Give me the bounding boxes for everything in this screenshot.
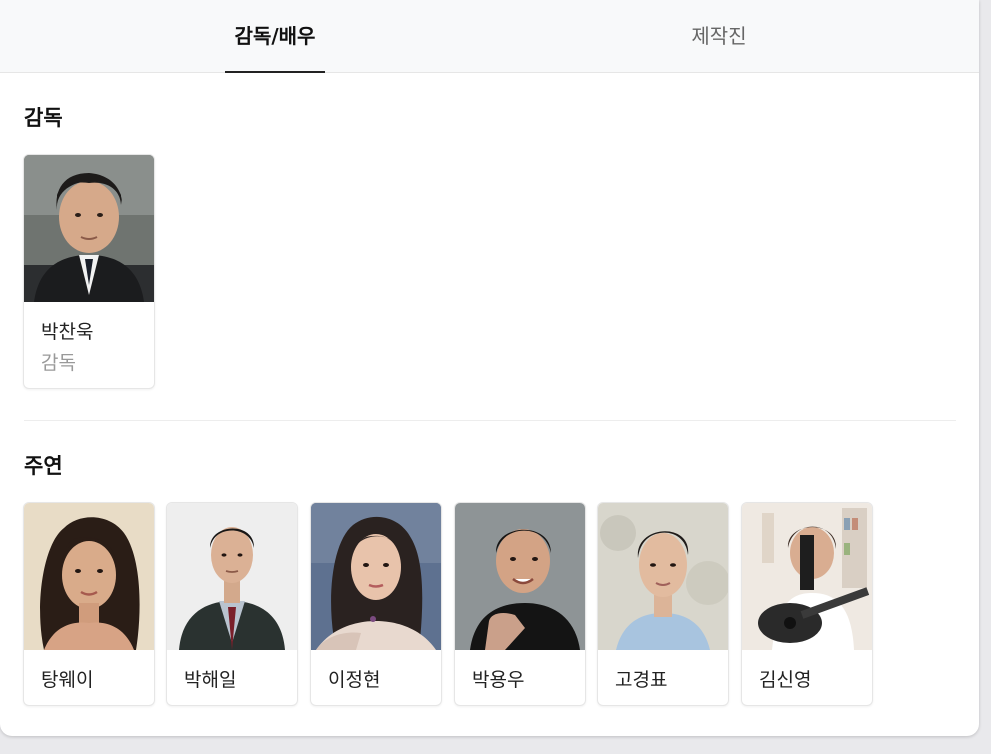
person-card-director[interactable]: 박찬욱 감독	[23, 154, 155, 389]
person-card[interactable]: 김신영	[741, 502, 873, 706]
active-tab-indicator	[225, 71, 325, 73]
cast-panel: 감독/배우 제작진 감독 박찬욱 감독 주연 탕웨이 박해일 이정현 박용우 고…	[0, 0, 979, 736]
section-divider	[24, 420, 956, 421]
person-photo	[311, 503, 441, 650]
person-name: 박해일	[184, 669, 237, 691]
person-name: 고경표	[615, 669, 668, 691]
person-photo	[455, 503, 585, 650]
person-role: 감독	[41, 352, 76, 374]
person-photo	[24, 155, 154, 302]
tab-director-cast[interactable]: 감독/배우	[225, 0, 325, 72]
person-name: 이정현	[328, 669, 381, 691]
person-card[interactable]: 고경표	[597, 502, 729, 706]
person-name: 박용우	[472, 669, 525, 691]
person-photo	[742, 503, 872, 650]
person-photo	[24, 503, 154, 650]
person-name: 탕웨이	[41, 669, 94, 691]
tab-crew[interactable]: 제작진	[669, 0, 769, 72]
person-card[interactable]: 박해일	[166, 502, 298, 706]
person-card[interactable]: 박용우	[454, 502, 586, 706]
person-name: 박찬욱	[41, 321, 94, 343]
person-card[interactable]: 이정현	[310, 502, 442, 706]
section-title-director: 감독	[24, 106, 63, 130]
tab-bar: 감독/배우 제작진	[0, 0, 979, 73]
person-photo	[167, 503, 297, 650]
person-name: 김신영	[759, 669, 812, 691]
person-photo	[598, 503, 728, 650]
section-title-lead: 주연	[24, 454, 63, 478]
person-card[interactable]: 탕웨이	[23, 502, 155, 706]
